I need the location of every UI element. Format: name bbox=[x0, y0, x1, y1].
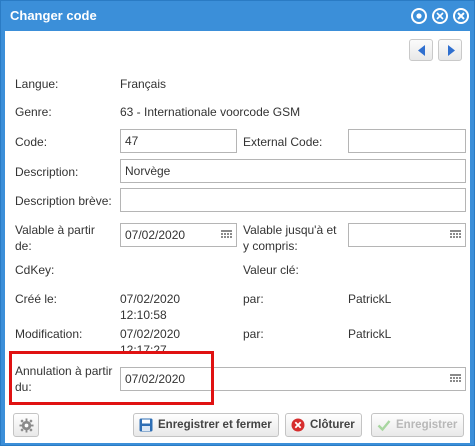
modified-time: 12:17:27 bbox=[120, 343, 167, 351]
close-label: Clôturer bbox=[310, 419, 355, 431]
valable-until-label-line2: y compris: bbox=[243, 239, 298, 253]
dialog-body: Langue: Français Genre: 63 - Internation… bbox=[5, 31, 470, 443]
save-and-close-label: Enregistrer et fermer bbox=[158, 419, 272, 431]
valable-from-label-line2: de: bbox=[15, 239, 32, 253]
external-code-label: External Code: bbox=[243, 135, 323, 149]
next-record-button[interactable] bbox=[438, 39, 462, 61]
save-icon bbox=[139, 418, 153, 432]
valid-from-date-input[interactable]: 07/02/2020 bbox=[120, 223, 237, 247]
langue-value: Français bbox=[120, 77, 167, 91]
created-date: 07/02/2020 bbox=[120, 292, 181, 306]
description-label: Description: bbox=[15, 165, 79, 179]
modified-by-value: PatrickL bbox=[348, 327, 392, 341]
code-label: Code: bbox=[15, 135, 48, 149]
close-button[interactable]: Clôturer bbox=[285, 413, 362, 437]
created-label: Créé le: bbox=[15, 292, 58, 306]
calendar-icon[interactable] bbox=[450, 374, 461, 384]
valid-from-date-value: 07/02/2020 bbox=[125, 228, 186, 242]
description-input[interactable]: Norvège bbox=[120, 159, 466, 183]
valeur-cle-label: Valeur clé: bbox=[243, 263, 299, 277]
highlight-box bbox=[9, 351, 214, 405]
calendar-icon[interactable] bbox=[450, 230, 461, 240]
checkmark-icon bbox=[377, 420, 391, 432]
langue-label: Langue: bbox=[15, 77, 59, 91]
valid-until-date-input[interactable] bbox=[348, 223, 466, 247]
gear-icon bbox=[19, 418, 34, 433]
modified-date: 07/02/2020 bbox=[120, 327, 181, 341]
calendar-icon[interactable] bbox=[221, 230, 232, 240]
arrow-left-icon bbox=[418, 45, 425, 56]
arrow-right-icon bbox=[448, 45, 455, 56]
modified-label: Modification: bbox=[15, 327, 83, 341]
close-icon[interactable] bbox=[453, 8, 469, 24]
description-breve-label: Description brève: bbox=[15, 194, 112, 208]
created-by-label: par: bbox=[243, 292, 264, 306]
dialog-title: Changer code bbox=[10, 8, 97, 23]
settings-button[interactable] bbox=[13, 413, 39, 437]
code-input[interactable]: 47 bbox=[120, 129, 237, 153]
description-breve-input[interactable] bbox=[120, 188, 466, 212]
save-label: Enregistrer bbox=[396, 419, 458, 431]
external-code-input[interactable] bbox=[348, 129, 466, 153]
dialog-footer: Enregistrer et fermer Clôturer Enregistr… bbox=[5, 405, 470, 443]
valable-from-label-line1: Valable à partir bbox=[15, 223, 95, 237]
restore-icon[interactable] bbox=[432, 8, 448, 24]
created-by-value: PatrickL bbox=[348, 292, 392, 306]
valable-until-label-line1: Valable jusqu'à et bbox=[243, 223, 337, 237]
genre-value: 63 - Internationale voorcode GSM bbox=[120, 105, 301, 119]
dialog-titlebar[interactable]: Changer code bbox=[1, 1, 474, 31]
modified-by-label: par: bbox=[243, 327, 264, 341]
previous-record-button[interactable] bbox=[409, 39, 433, 61]
genre-label: Genre: bbox=[15, 105, 52, 119]
help-icon[interactable] bbox=[411, 8, 427, 24]
save-button[interactable]: Enregistrer bbox=[371, 413, 465, 437]
cdkey-label: CdKey: bbox=[15, 263, 55, 277]
save-and-close-button[interactable]: Enregistrer et fermer bbox=[133, 413, 279, 437]
created-time: 12:10:58 bbox=[120, 308, 167, 322]
change-code-dialog: Changer code Langue: Français Genre: 63 … bbox=[0, 0, 475, 446]
cancel-icon bbox=[291, 418, 305, 432]
